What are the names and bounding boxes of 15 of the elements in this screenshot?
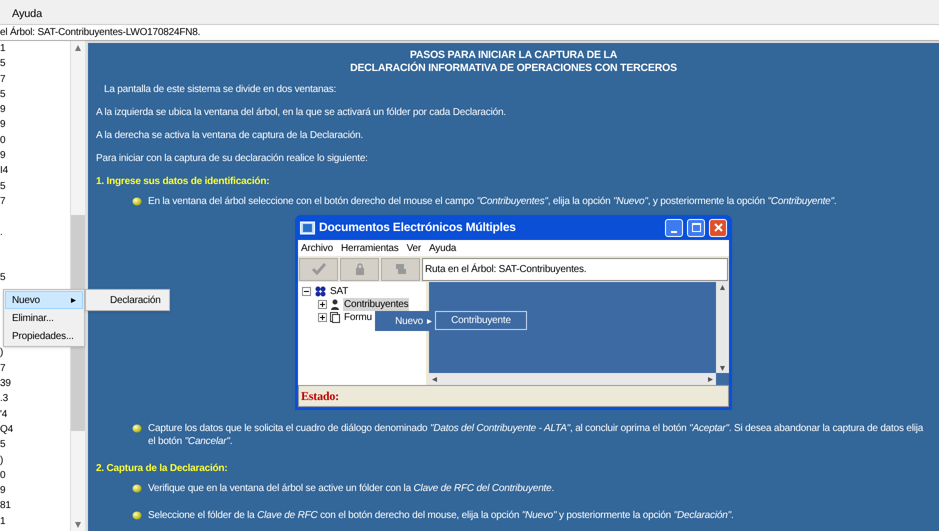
paragraph: A la derecha se activa la ventana de captura de la Declaración. — [96, 129, 364, 142]
paragraph: La pantalla de este sistema se divide en dos ventanas: — [103, 83, 338, 96]
path-bar: el Árbol: SAT-Contribuyentes-LWO170824FN8. — [0, 25, 939, 41]
paragraph: Para iniciar con la captura de su declaración realice lo siguiente: — [96, 152, 369, 165]
bullet-text: Capture los datos que le solicita el cuadro de diálogo denominado "Datos del Contribuyente - ALTA", al concluir oprima el botón "Aceptar". Si desea abandonar la captura de datos elija el botón "Cancelar". — [148, 422, 924, 448]
bullet-text: Seleccione el fólder de la Clave de RFC con el botón derecho del mouse, elija la opción "Nuevo" y posteriormente la opción "Declaración". — [148, 509, 734, 522]
bullet-text: Verifique que en la ventana del árbol se active un fólder con la Clave de RFC del Contribuyente. — [148, 482, 554, 495]
section-heading: 1. Ingrese sus datos de identificación: — [96, 175, 270, 188]
status-label: Estado: — [301, 390, 339, 402]
section-heading: 2. Captura de la Declaración: — [96, 462, 228, 475]
window-title: Documentos Electrónicos Múltiples — [319, 221, 517, 234]
instructions-title: PASOS PARA INICIAR LA CAPTURA DE LA DECLARACIÓN INFORMATIVA DE OPERACIONES CON TERCEROS — [349, 49, 678, 75]
bullet-text: En la ventana del árbol seleccione con el botón derecho del mouse el campo "Contribuyentes", elija la opción "Nuevo", y posteriormente la opción "Contribuyente". — [148, 195, 836, 208]
path-field: Ruta en el Árbol: SAT-Contribuyentes. — [422, 258, 728, 280]
paragraph: A la izquierda se ubica la ventana del árbol, en la que se activará un fólder por cada Declaración. — [96, 106, 507, 119]
